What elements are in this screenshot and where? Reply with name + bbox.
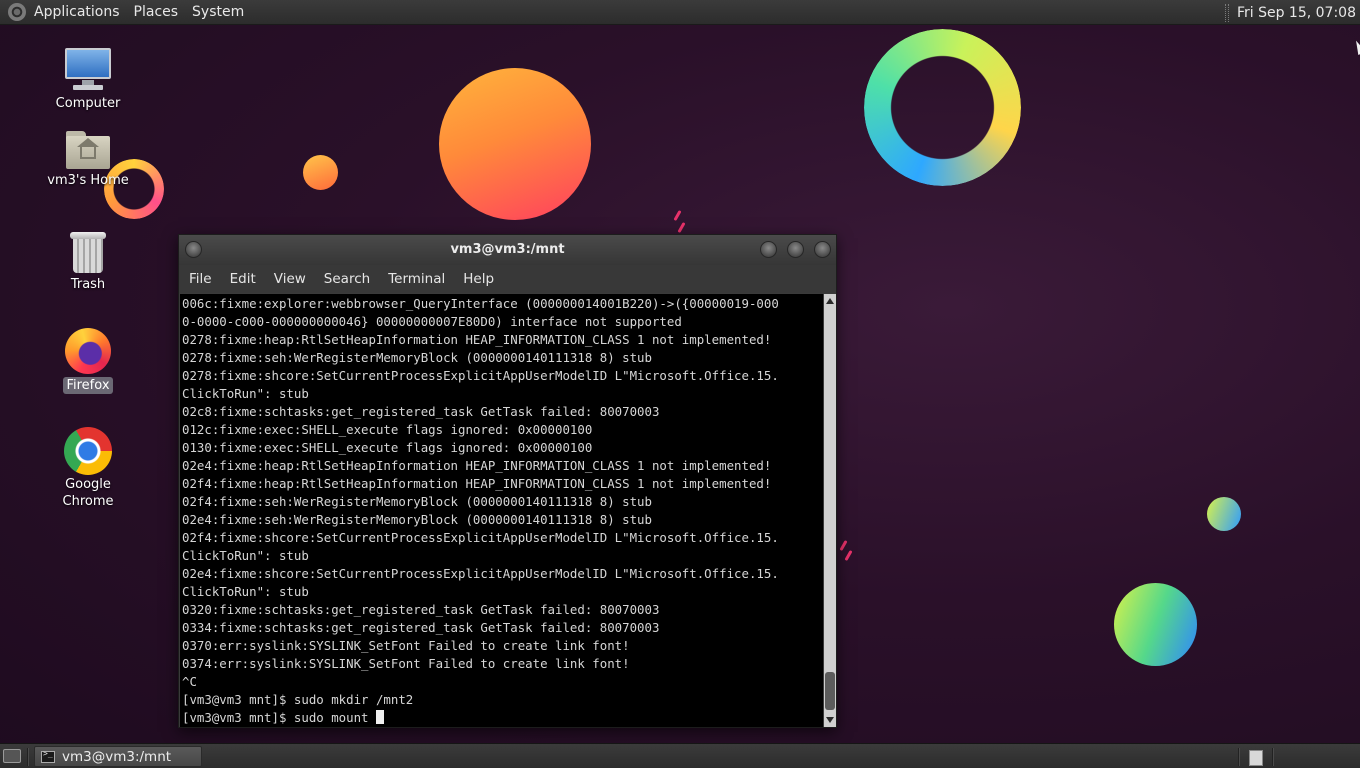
terminal-cursor <box>375 710 384 724</box>
terminal-line: 0-0000-c000-000000000046} 00000000007E80… <box>182 314 682 329</box>
terminal-line: ^C <box>182 674 197 689</box>
mouse-pointer-icon <box>1352 38 1360 56</box>
clock[interactable]: Fri Sep 15, 07:08 <box>1237 5 1356 21</box>
desktop-icon-firefox[interactable]: Firefox <box>38 328 138 394</box>
desktop-icon-label: Google Chrome <box>62 477 114 509</box>
terminal-line: 02f4:fixme:seh:WerRegisterMemoryBlock (0… <box>182 494 652 509</box>
chrome-icon <box>64 427 112 475</box>
menu-edit[interactable]: Edit <box>220 271 264 287</box>
top-panel: Applications Places System Fri Sep 15, 0… <box>0 0 1360 25</box>
close-icon[interactable] <box>814 241 831 258</box>
taskbar-window-label: vm3@vm3:/mnt <box>62 748 172 765</box>
terminal-output[interactable]: 006c:fixme:explorer:webbrowser_QueryInte… <box>180 294 823 727</box>
panel-separator <box>1238 748 1240 766</box>
desktop-icon-label: Trash <box>70 277 106 292</box>
show-desktop-icon[interactable] <box>3 749 21 763</box>
terminal-window[interactable]: vm3@vm3:/mnt File Edit View Search Termi… <box>178 234 837 728</box>
menu-terminal[interactable]: Terminal <box>378 271 453 287</box>
wallpaper-small-orange-circle <box>303 155 338 190</box>
desktop-icon-label: Computer <box>55 96 121 111</box>
menu-search[interactable]: Search <box>314 271 378 287</box>
maximize-icon[interactable] <box>787 241 804 258</box>
workspace-switcher[interactable] <box>1249 750 1263 766</box>
desktop-icon-trash[interactable]: Trash <box>38 230 138 293</box>
terminal-line: 0278:fixme:shcore:SetCurrentProcessExpli… <box>182 368 779 383</box>
menu-system[interactable]: System <box>185 0 251 25</box>
scrollbar-thumb[interactable] <box>825 672 835 710</box>
terminal-line: 0374:err:syslink:SYSLINK_SetFont Failed … <box>182 656 630 671</box>
wallpaper-small-ball <box>1207 497 1241 531</box>
scroll-down-icon[interactable] <box>826 717 834 723</box>
terminal-line: ClickToRun": stub <box>182 548 309 563</box>
menu-file[interactable]: File <box>179 271 220 287</box>
wallpaper-stripe <box>839 539 848 552</box>
terminal-line: 02c8:fixme:schtasks:get_registered_task … <box>182 404 660 419</box>
terminal-menubar: File Edit View Search Terminal Help <box>179 265 836 293</box>
menu-applications[interactable]: Applications <box>26 0 127 25</box>
terminal-line: [vm3@vm3 mnt]$ sudo mkdir /mnt2 <box>182 692 414 707</box>
terminal-line: 012c:fixme:exec:SHELL_execute flags igno… <box>182 422 593 437</box>
terminal-prompt-text: [vm3@vm3 mnt]$ sudo mount <box>182 710 376 725</box>
terminal-line: ClickToRun": stub <box>182 386 309 401</box>
terminal-scrollbar[interactable] <box>824 294 836 727</box>
terminal-line: 0278:fixme:heap:RtlSetHeapInformation HE… <box>182 332 772 347</box>
desktop-icon-chrome[interactable]: Google Chrome <box>38 427 138 510</box>
terminal-line: 02f4:fixme:heap:RtlSetHeapInformation HE… <box>182 476 772 491</box>
terminal-line: ClickToRun": stub <box>182 584 309 599</box>
terminal-line: 02e4:fixme:shcore:SetCurrentProcessExpli… <box>182 566 779 581</box>
desktop-icon-home[interactable]: vm3's Home <box>38 131 138 189</box>
desktop-icon-computer[interactable]: Computer <box>38 46 138 112</box>
panel-separator <box>27 748 29 766</box>
panel-separator <box>1272 748 1274 766</box>
terminal-line: 0334:fixme:schtasks:get_registered_task … <box>182 620 660 635</box>
terminal-line: 0370:err:syslink:SYSLINK_SetFont Failed … <box>182 638 630 653</box>
wallpaper-stripe <box>673 209 682 222</box>
terminal-line: 006c:fixme:explorer:webbrowser_QueryInte… <box>182 296 779 311</box>
terminal-line: 02f4:fixme:shcore:SetCurrentProcessExpli… <box>182 530 779 545</box>
minimize-icon[interactable] <box>760 241 777 258</box>
wallpaper-stripe <box>844 549 853 562</box>
terminal-line: 02e4:fixme:heap:RtlSetHeapInformation HE… <box>182 458 772 473</box>
terminal-line: 0320:fixme:schtasks:get_registered_task … <box>182 602 660 617</box>
menu-view[interactable]: View <box>264 271 314 287</box>
desktop-icon-label: Firefox <box>63 377 113 394</box>
menu-help[interactable]: Help <box>453 271 502 287</box>
terminal-line: 0130:fixme:exec:SHELL_execute flags igno… <box>182 440 593 455</box>
wallpaper-stripe <box>677 221 686 234</box>
desktop-icon-label: vm3's Home <box>47 173 129 188</box>
firefox-icon <box>65 328 111 374</box>
distro-logo-icon[interactable] <box>8 3 26 21</box>
bottom-panel: vm3@vm3:/mnt <box>0 743 1360 768</box>
terminal-title: vm3@vm3:/mnt <box>450 242 565 257</box>
wallpaper-gradient-ring <box>864 29 1021 186</box>
terminal-icon <box>41 749 55 763</box>
panel-right-area: Fri Sep 15, 07:08 <box>1224 0 1356 25</box>
menu-places[interactable]: Places <box>127 0 186 25</box>
wallpaper-orange-circle <box>439 68 591 220</box>
terminal-line: 02e4:fixme:seh:WerRegisterMemoryBlock (0… <box>182 512 652 527</box>
terminal-line: 0278:fixme:seh:WerRegisterMemoryBlock (0… <box>182 350 652 365</box>
trash-icon <box>70 230 106 274</box>
taskbar-window-button[interactable]: vm3@vm3:/mnt <box>34 746 202 767</box>
home-folder-icon <box>66 131 110 169</box>
computer-icon <box>63 46 113 92</box>
wallpaper-ball <box>1114 583 1197 666</box>
terminal-titlebar[interactable]: vm3@vm3:/mnt <box>179 235 836 265</box>
scroll-up-icon[interactable] <box>826 298 834 304</box>
terminal-prompt-line[interactable]: [vm3@vm3 mnt]$ sudo mount <box>182 709 823 727</box>
panel-separator <box>1224 3 1229 22</box>
